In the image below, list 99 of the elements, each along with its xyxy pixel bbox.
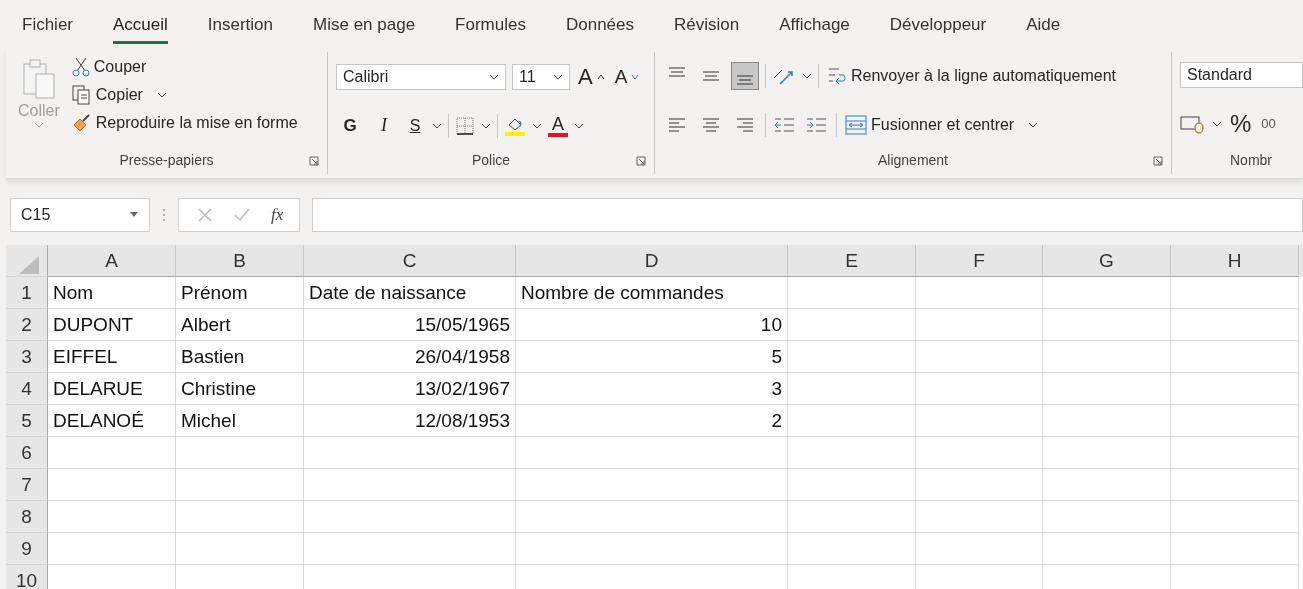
merge-center-button[interactable]: Fusionner et centrer — [843, 113, 1041, 136]
column-header[interactable]: H — [1171, 245, 1299, 277]
column-header[interactable]: D — [516, 245, 788, 277]
grip-icon — [162, 207, 166, 223]
caret-icon — [432, 122, 442, 129]
paintbrush-icon — [71, 113, 92, 133]
caret-icon — [489, 73, 499, 80]
table-cell: Nom — [48, 277, 176, 309]
row-header[interactable]: 2 — [6, 309, 48, 341]
row-header[interactable]: 10 — [6, 565, 48, 589]
caret-icon — [156, 92, 167, 98]
font-size-field[interactable]: 11 — [512, 63, 570, 90]
ribbon-tab[interactable]: Insertion — [207, 8, 274, 44]
scissors-icon — [71, 57, 90, 77]
group-label: Nombr — [1230, 152, 1272, 168]
grow-font-button[interactable]: A — [576, 62, 607, 91]
italic-button[interactable]: I — [370, 114, 398, 137]
table-cell: 5 — [516, 341, 788, 373]
down-caret-icon — [631, 73, 640, 80]
row-header[interactable]: 1 — [6, 277, 48, 309]
copy-icon — [71, 85, 92, 105]
ribbon-tab[interactable]: Développeur — [889, 8, 987, 44]
column-header[interactable]: F — [916, 245, 1043, 277]
font-color-button[interactable]: A — [548, 114, 568, 137]
table-cell: Nombre de commandes — [516, 277, 788, 309]
ribbon-tab[interactable]: Formules — [455, 8, 526, 44]
caret-icon — [532, 122, 542, 129]
number-format-field[interactable]: Standard — [1180, 61, 1303, 88]
table-cell: Albert — [176, 309, 304, 341]
table-cell: 26/04/1958 — [304, 341, 516, 373]
row-header[interactable]: 9 — [6, 533, 48, 565]
caret-icon — [1212, 120, 1222, 127]
dialog-launcher-icon[interactable] — [636, 156, 646, 166]
dialog-launcher-icon[interactable] — [309, 156, 319, 166]
font-name-field[interactable]: Calibri — [336, 63, 506, 90]
ribbon-tab[interactable]: Affichage — [779, 8, 850, 44]
table-cell: Prénom — [176, 277, 304, 309]
group-label: Alignement — [877, 152, 948, 168]
caret-icon — [802, 72, 812, 79]
column-header[interactable]: A — [48, 245, 176, 277]
table-cell: Michel — [176, 405, 304, 437]
table-cell: Bastien — [176, 341, 304, 373]
row-header[interactable]: 4 — [6, 373, 48, 405]
table-cell: 10 — [516, 309, 788, 341]
borders-icon[interactable] — [455, 115, 475, 136]
caret-icon — [129, 212, 139, 218]
ribbon-tab[interactable]: Révision — [674, 8, 740, 44]
vertical-align-icon[interactable] — [731, 61, 759, 90]
percent-button[interactable]: % — [1228, 108, 1254, 139]
table-cell: DUPONT — [48, 309, 176, 341]
table-cell: 2 — [516, 405, 788, 437]
table-cell: 15/05/1965 — [304, 309, 516, 341]
row-header[interactable]: 3 — [6, 341, 48, 373]
caret-icon — [33, 122, 44, 128]
wrap-text-button[interactable]: Renvoyer à la ligne automatiquement — [825, 63, 1119, 88]
merge-cells-icon — [845, 114, 867, 135]
table-cell: 13/02/1967 — [304, 373, 516, 405]
table-cell: Date de naissance — [304, 277, 516, 309]
cancel-icon[interactable] — [197, 207, 213, 223]
name-box[interactable]: C15 — [10, 198, 150, 232]
insert-function-button[interactable]: fx — [271, 205, 284, 225]
bold-button[interactable]: G — [336, 114, 364, 137]
column-header[interactable]: E — [788, 245, 916, 277]
column-header[interactable]: G — [1043, 245, 1171, 277]
clipboard-icon — [21, 58, 56, 100]
caret-icon — [553, 73, 563, 80]
row-header[interactable]: 6 — [6, 437, 48, 469]
row-header[interactable]: 8 — [6, 501, 48, 533]
column-header[interactable]: C — [304, 245, 516, 277]
underline-button[interactable]: S — [404, 115, 426, 136]
formula-field[interactable] — [312, 198, 1303, 232]
check-icon[interactable] — [233, 207, 251, 223]
copy-button[interactable]: Copier — [69, 84, 300, 106]
ribbon-tab[interactable]: Accueil — [113, 8, 168, 44]
column-header[interactable]: B — [176, 245, 304, 277]
ribbon-tab[interactable]: Fichier — [22, 8, 73, 44]
caret-icon — [481, 122, 491, 129]
table-cell: Christine — [176, 373, 304, 405]
cut-button[interactable]: Couper — [69, 56, 300, 78]
format-painter-button[interactable]: Reproduire la mise en forme — [69, 112, 300, 134]
group-label: Presse-papiers — [119, 152, 214, 168]
table-cell: DELANOÉ — [48, 405, 176, 437]
caret-icon — [1028, 121, 1039, 128]
dialog-launcher-icon[interactable] — [1153, 156, 1163, 166]
shrink-font-button[interactable]: A — [612, 64, 642, 89]
table-cell: 3 — [516, 373, 788, 405]
up-caret-icon — [596, 73, 605, 80]
row-header[interactable]: 7 — [6, 469, 48, 501]
thousands-button[interactable]: 00 — [1259, 115, 1278, 132]
table-cell: 12/08/1953 — [304, 405, 516, 437]
table-cell: DELARUE — [48, 373, 176, 405]
currency-format-icon[interactable] — [1180, 113, 1206, 134]
caret-icon — [574, 122, 584, 129]
row-header[interactable]: 5 — [6, 405, 48, 437]
ribbon-tab[interactable]: Mise en page — [313, 8, 416, 44]
ribbon-tab[interactable]: Données — [565, 8, 635, 44]
group-label: Police — [471, 152, 511, 168]
ribbon-tab[interactable]: Aide — [1026, 8, 1061, 44]
table-cell: EIFFEL — [48, 341, 176, 373]
